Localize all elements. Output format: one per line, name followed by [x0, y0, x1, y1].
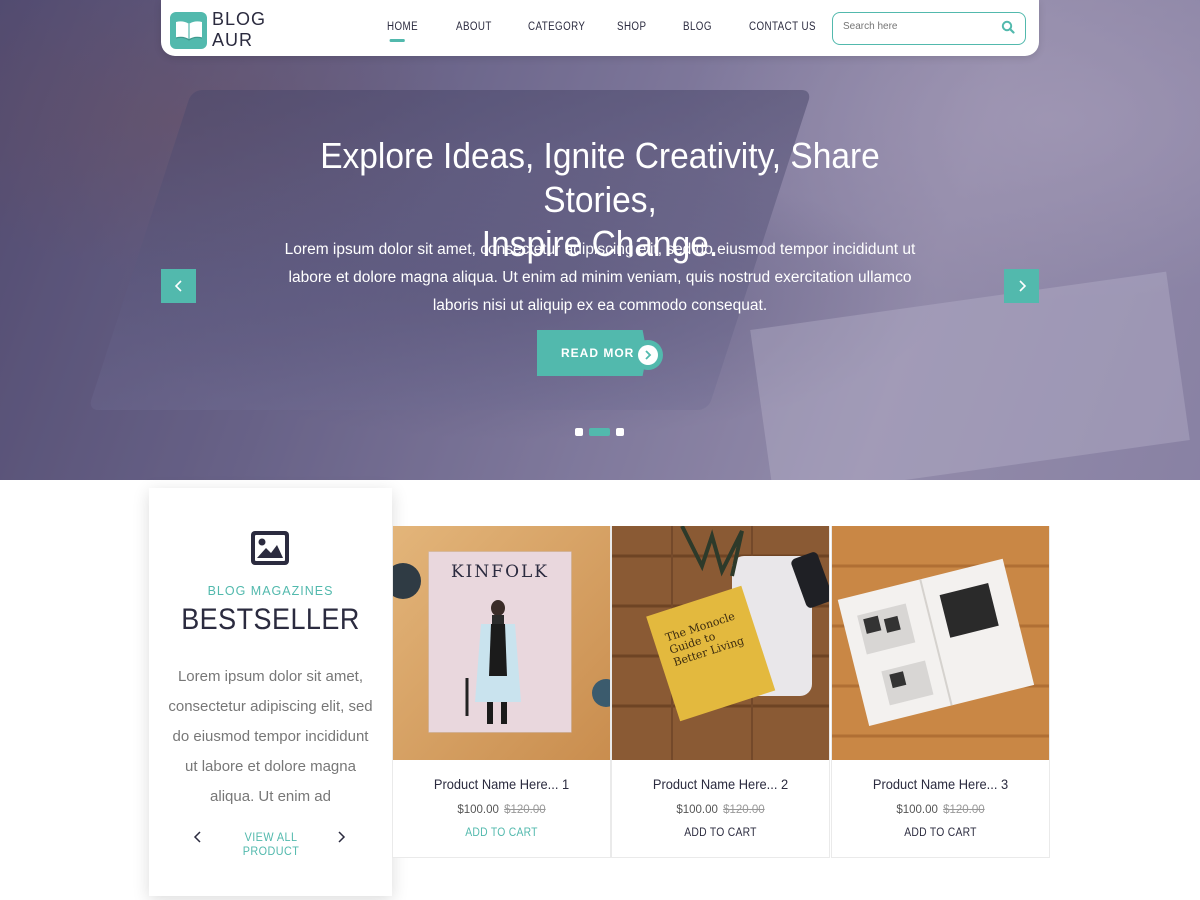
search-icon[interactable] [1001, 20, 1015, 39]
top-navbar: BLOG AUR HOME ABOUT CATEGORY SHOP BLOG C… [161, 0, 1039, 56]
read-more-arrow[interactable] [633, 340, 663, 370]
bestseller-card: BLOG MAGAZINES BESTSELLER Lorem ipsum do… [149, 488, 392, 896]
product-card-2: The Monocle Guide to Better Living Produ… [611, 526, 830, 858]
slider-next-button[interactable] [1004, 269, 1039, 303]
bestseller-title: BESTSELLER [181, 603, 360, 636]
add-to-cart-button[interactable]: ADD TO CART [843, 827, 1038, 839]
product-grid: KINFOLK Product Name Here... 1 $100.00 $… [392, 526, 1050, 858]
add-to-cart-button[interactable]: ADD TO CART [623, 827, 818, 839]
price-current: $100.00 [676, 804, 718, 816]
nav-contact-us[interactable]: CONTACT US [749, 21, 816, 33]
product-image-2[interactable]: The Monocle Guide to Better Living [612, 526, 829, 760]
view-all-product-link[interactable]: VIEW ALL PRODUCT [215, 830, 327, 858]
slider-dot-2[interactable] [589, 428, 610, 436]
slider-dot-3[interactable] [616, 428, 624, 436]
view-all-row: VIEW ALL PRODUCT [149, 828, 392, 858]
search-box [832, 12, 1026, 45]
hero-banner: Explore Ideas, Ignite Creativity, Share … [0, 0, 1200, 480]
nav-about[interactable]: ABOUT [456, 21, 492, 33]
product-price: $100.00 $120.00 [832, 804, 1049, 816]
chevron-right-icon [645, 350, 652, 360]
price-old: $120.00 [723, 804, 765, 816]
site-logo[interactable]: BLOG AUR [170, 9, 267, 51]
read-more-button[interactable]: READ MORE [537, 330, 647, 376]
book-logo-icon [170, 11, 207, 49]
product-image-3[interactable] [832, 526, 1049, 760]
price-current: $100.00 [457, 804, 499, 816]
product-image-1[interactable]: KINFOLK [393, 526, 610, 760]
product-card-3: Product Name Here... 3 $100.00 $120.00 A… [831, 526, 1050, 858]
search-input[interactable] [843, 21, 993, 32]
slider-dots [575, 428, 624, 436]
bestseller-text: Lorem ipsum dolor sit amet, consectetur … [168, 668, 373, 805]
price-old: $120.00 [504, 804, 546, 816]
product-name[interactable]: Product Name Here... 3 [841, 776, 1041, 792]
nav-home[interactable]: HOME [387, 21, 418, 42]
nav-category[interactable]: CATEGORY [528, 21, 585, 33]
read-more-label: READ MORE [561, 346, 644, 360]
kinfolk-cover-text: KINFOLK [451, 562, 549, 582]
add-to-cart-button[interactable]: ADD TO CART [404, 827, 599, 839]
logo-line-2: AUR [212, 30, 254, 50]
hero-title-line-1: Explore Ideas, Ignite Creativity, Share … [320, 135, 880, 220]
chevron-left-icon [174, 280, 182, 292]
nav-blog[interactable]: BLOG [683, 21, 712, 33]
bestseller-eyebrow: BLOG MAGAZINES [207, 584, 334, 598]
logo-line-1: BLOG [212, 9, 267, 29]
chevron-right-icon [1018, 280, 1026, 292]
nav-shop[interactable]: SHOP [617, 21, 646, 33]
product-price: $100.00 $120.00 [393, 804, 610, 816]
image-icon [250, 530, 290, 571]
logo-text: BLOG AUR [212, 9, 267, 51]
slider-dot-1[interactable] [575, 428, 583, 436]
price-old: $120.00 [943, 804, 985, 816]
slider-prev-button[interactable] [161, 269, 196, 303]
product-price: $100.00 $120.00 [612, 804, 829, 816]
product-card-1: KINFOLK Product Name Here... 1 $100.00 $… [392, 526, 611, 858]
chevron-right-icon[interactable] [336, 830, 346, 849]
product-name[interactable]: Product Name Here... 1 [402, 776, 602, 792]
chevron-left-icon[interactable] [193, 830, 203, 849]
hero-text: Lorem ipsum dolor sit amet, consectetur … [284, 241, 916, 314]
price-current: $100.00 [896, 804, 938, 816]
product-name[interactable]: Product Name Here... 2 [621, 776, 821, 792]
